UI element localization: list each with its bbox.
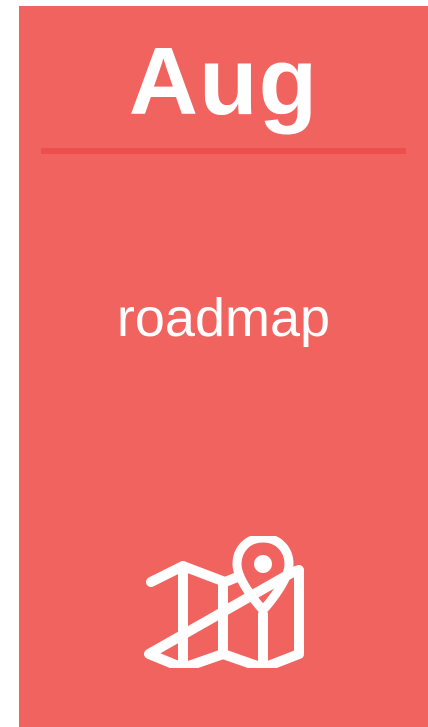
card-title: roadmap <box>116 288 331 348</box>
map-pin-icon <box>144 536 304 668</box>
roadmap-card: Aug roadmap <box>19 6 428 727</box>
month-label: Aug <box>128 28 319 135</box>
divider <box>41 148 406 154</box>
